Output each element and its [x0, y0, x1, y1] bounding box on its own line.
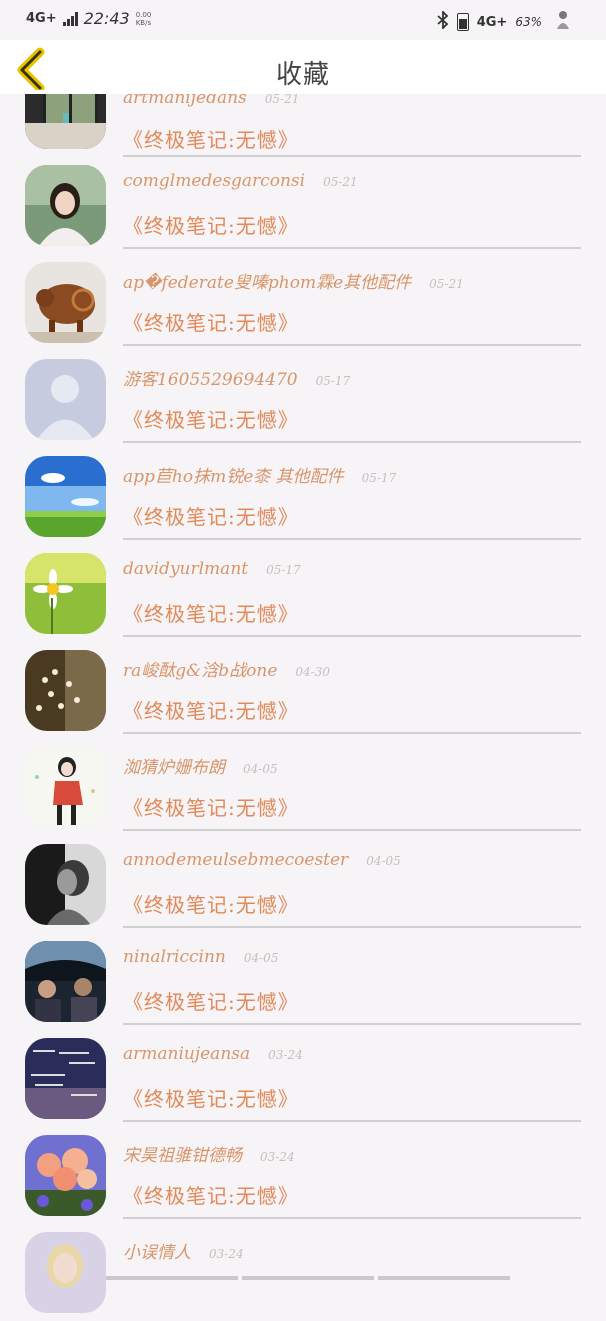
list-item[interactable]: annodemeulsebmecoester 04-05 《终极笔记:无憾》 [0, 836, 606, 933]
net-speed: 0.00 KB/s [135, 10, 152, 27]
avatar [25, 359, 106, 440]
list-item[interactable]: 小误情人 03-24 [0, 1224, 606, 1321]
item-username: armaniujeansa [123, 1044, 251, 1064]
item-note: 《终极笔记:无憾》 [123, 1184, 299, 1208]
list-item[interactable]: artmanijedans 05-21 《终极笔记:无憾》 [0, 68, 606, 157]
top-nav-bar: 收藏 [0, 40, 606, 94]
list-item[interactable]: ninalriccinn 04-05 《终极笔记:无憾》 [0, 933, 606, 1030]
divider [123, 926, 581, 928]
item-date: 05-21 [429, 277, 464, 291]
item-username: ap�federate叟嗪phom霖e其他配件 [123, 273, 412, 293]
bottom-indicator [0, 1276, 606, 1280]
item-username: davidyurlmant [123, 559, 249, 579]
divider [123, 538, 581, 540]
status-bar: 4G+ 22:43 0.00 KB/s 4G+ 63% [0, 0, 606, 40]
item-username: comglmedesgarconsi [123, 171, 306, 191]
divider [123, 1023, 581, 1025]
divider [123, 732, 581, 734]
divider [123, 344, 581, 346]
item-note: 《终极笔记:无憾》 [123, 602, 299, 626]
divider [123, 1217, 581, 1219]
bluetooth-icon [437, 9, 449, 33]
avatar [25, 553, 106, 634]
divider [123, 247, 581, 249]
item-date: 04-05 [243, 951, 279, 965]
network-right-label: 4G+ [476, 14, 508, 30]
item-note: 《终极笔记:无憾》 [123, 128, 299, 152]
item-username: 小误情人 [123, 1243, 191, 1263]
item-date: 05-21 [323, 175, 358, 189]
item-note: 《终极笔记:无憾》 [123, 311, 299, 335]
item-username: 游客1605529694470 [123, 370, 298, 390]
item-date: 03-24 [209, 1247, 244, 1261]
item-username: app苣ho抹m锐e桼 其他配件 [123, 467, 344, 487]
user-mini-icon [550, 9, 576, 35]
page-title: 收藏 [275, 60, 330, 90]
item-note: 《终极笔记:无憾》 [123, 505, 299, 529]
item-note: 《终极笔记:无憾》 [123, 796, 299, 820]
item-note: 《终极笔记:无憾》 [123, 893, 299, 917]
item-note: 《终极笔记:无憾》 [123, 214, 299, 238]
avatar [25, 747, 106, 828]
item-note: 《终极笔记:无憾》 [123, 699, 299, 723]
item-date: 05-21 [264, 92, 300, 106]
list-item[interactable]: 游客1605529694470 05-17 《终极笔记:无憾》 [0, 351, 606, 448]
avatar [25, 844, 106, 925]
item-username: ninalriccinn [123, 947, 226, 967]
list-item[interactable]: 洳猜炉姗布朗 04-05 《终极笔记:无憾》 [0, 739, 606, 836]
avatar [25, 262, 106, 343]
item-date: 05-17 [266, 563, 301, 577]
network-label: 4G+ [26, 11, 57, 26]
avatar [25, 941, 106, 1022]
list-item[interactable]: ap�federate叟嗪phom霖e其他配件 05-21 《终极笔记:无憾》 [0, 254, 606, 351]
avatar [25, 1135, 106, 1216]
avatar [25, 650, 106, 731]
avatar [25, 165, 106, 246]
avatar [25, 456, 106, 537]
vibrate-icon [456, 13, 469, 31]
item-note: 《终极笔记:无憾》 [123, 990, 299, 1014]
item-username: annodemeulsebmecoester [123, 850, 349, 870]
list-item[interactable]: 宋昊祖骓钳德畅 03-24 《终极笔记:无憾》 [0, 1127, 606, 1224]
divider [123, 441, 581, 443]
list-item[interactable]: armaniujeansa 03-24 《终极笔记:无憾》 [0, 1030, 606, 1127]
list-item[interactable]: ra峻酞g&浛b战one 04-30 《终极笔记:无憾》 [0, 642, 606, 739]
item-date: 05-17 [361, 471, 397, 485]
avatar [25, 1232, 106, 1313]
divider [123, 829, 581, 831]
item-date: 04-05 [243, 762, 278, 776]
item-username: 宋昊祖骓钳德畅 [123, 1146, 242, 1166]
item-date: 04-30 [295, 665, 330, 679]
signal-icon [62, 11, 78, 26]
item-username: 洳猜炉姗布朗 [123, 758, 225, 778]
battery-percent: 63% [515, 15, 542, 29]
favorites-list: artmanijedans 05-21 《终极笔记:无憾》 comglmedesg… [0, 68, 606, 1321]
item-note: 《终极笔记:无憾》 [123, 408, 299, 432]
item-date: 03-24 [268, 1048, 303, 1062]
item-date: 04-05 [366, 854, 401, 868]
divider [123, 1120, 581, 1122]
clock: 22:43 [83, 9, 130, 28]
list-item[interactable]: davidyurlmant 05-17 《终极笔记:无憾》 [0, 545, 606, 642]
divider [123, 635, 581, 637]
item-date: 05-17 [315, 374, 351, 388]
item-note: 《终极笔记:无憾》 [123, 1087, 299, 1111]
item-username: ra峻酞g&浛b战one [123, 661, 278, 681]
item-date: 03-24 [260, 1150, 295, 1164]
list-item[interactable]: app苣ho抹m锐e桼 其他配件 05-17 《终极笔记:无憾》 [0, 448, 606, 545]
avatar [25, 1038, 106, 1119]
list-item[interactable]: comglmedesgarconsi 05-21 《终极笔记:无憾》 [0, 157, 606, 254]
